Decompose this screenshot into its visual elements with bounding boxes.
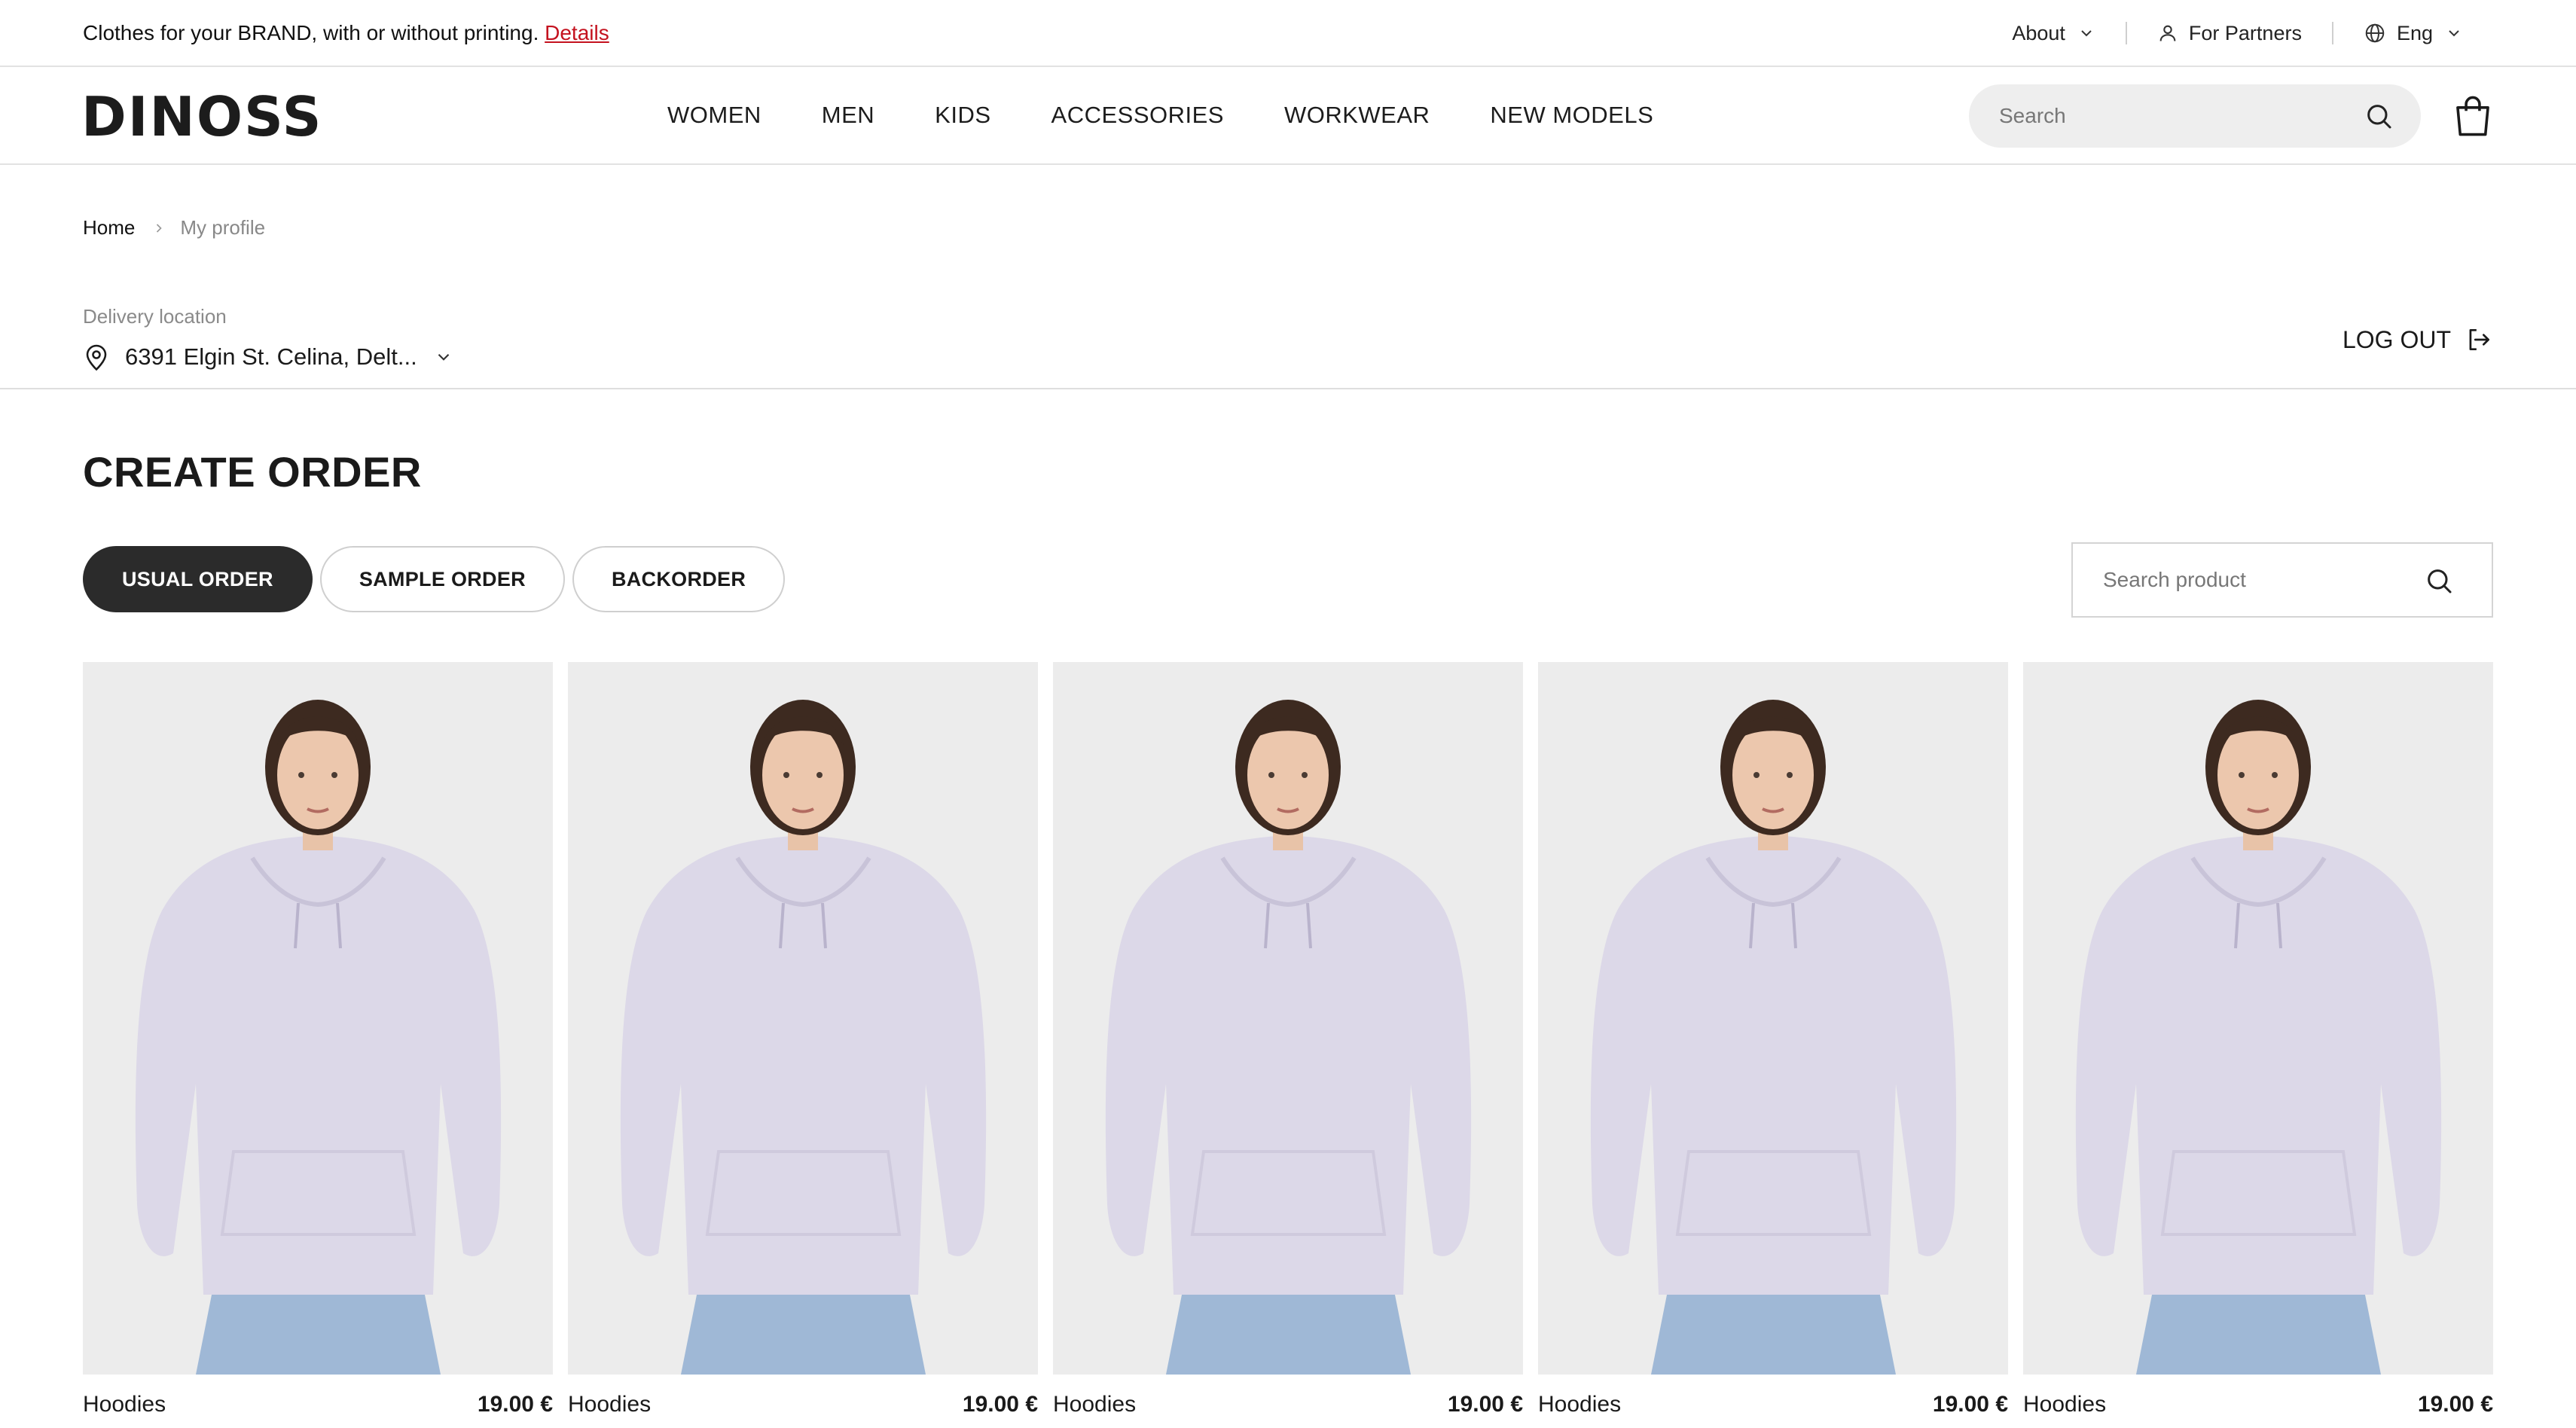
product-name: Hoodies <box>1053 1392 1137 1417</box>
hoodie-model-image <box>1053 662 1523 1375</box>
hoodie-model-image <box>2023 662 2493 1375</box>
product-price: 19.00 € <box>2417 1392 2493 1417</box>
announcement-bar: Clothes for your BRAND, with or without … <box>0 0 2576 67</box>
chevron-down-icon <box>2081 30 2092 37</box>
product-image <box>1053 662 1523 1375</box>
product-info: Hoodies 19.00 € <box>83 1375 553 1428</box>
hoodie-model-image <box>83 662 553 1375</box>
delivery-location-label: Delivery location <box>83 305 227 328</box>
product-info: Hoodies 19.00 € <box>568 1375 1038 1428</box>
hoodie-model-image <box>1538 662 2008 1375</box>
about-dropdown[interactable]: About <box>2012 22 2095 45</box>
product-name: Hoodies <box>83 1392 166 1417</box>
nav-women[interactable]: WOMEN <box>667 102 762 129</box>
topbar-menu: About For Partners Eng <box>2012 0 2463 66</box>
search-input[interactable] <box>1999 84 2353 148</box>
product-info: Hoodies 19.00 € <box>1538 1375 2008 1428</box>
logout-label: LOG OUT <box>2342 325 2451 353</box>
product-price: 19.00 € <box>1447 1392 1523 1417</box>
breadcrumb: Home My profile <box>83 216 265 240</box>
breadcrumb-home[interactable]: Home <box>83 216 135 240</box>
announcement-message: Clothes for your BRAND, with or without … <box>83 21 539 44</box>
logout-button[interactable]: LOG OUT <box>2343 322 2493 357</box>
chevron-down-icon <box>438 353 449 361</box>
main-header: DINOSS WOMEN MEN KIDS ACCESSORIES WORKWE… <box>0 67 2576 165</box>
product-image <box>568 662 1038 1375</box>
divider <box>2331 22 2333 44</box>
announcement-text: Clothes for your BRAND, with or without … <box>83 20 609 46</box>
chevron-down-icon <box>2449 30 2459 37</box>
product-image <box>83 662 553 1375</box>
product-search <box>2071 542 2493 618</box>
order-type-tabs: USUAL ORDER SAMPLE ORDER BACKORDER <box>83 546 792 612</box>
section-divider <box>0 388 2576 389</box>
header-search <box>1969 84 2421 148</box>
search-icon[interactable] <box>2364 101 2394 131</box>
product-image <box>1538 662 2008 1375</box>
product-price: 19.00 € <box>1932 1392 2008 1417</box>
product-card[interactable]: Hoodies 19.00 € <box>1538 662 2008 1428</box>
delivery-address: 6391 Elgin St. Celina, Delt... <box>125 343 417 370</box>
divider <box>2125 22 2127 44</box>
tab-usual-order[interactable]: USUAL ORDER <box>83 546 313 612</box>
nav-new-models[interactable]: NEW MODELS <box>1490 102 1653 129</box>
user-icon <box>2159 25 2176 41</box>
about-label: About <box>2012 21 2065 44</box>
language-label: Eng <box>2396 21 2433 44</box>
product-name: Hoodies <box>2023 1392 2107 1417</box>
breadcrumb-current: My profile <box>180 216 266 239</box>
details-link[interactable]: Details <box>545 21 609 44</box>
product-name: Hoodies <box>1538 1392 1622 1417</box>
product-search-input[interactable] <box>2103 544 2419 616</box>
product-info: Hoodies 19.00 € <box>2023 1375 2493 1428</box>
shopping-bag-icon[interactable] <box>2452 94 2493 138</box>
language-dropdown[interactable]: Eng <box>2364 22 2463 45</box>
tab-sample-order[interactable]: SAMPLE ORDER <box>319 546 565 612</box>
product-info: Hoodies 19.00 € <box>1053 1375 1523 1428</box>
page-title: CREATE ORDER <box>83 448 422 496</box>
product-card[interactable]: Hoodies 19.00 € <box>1053 662 1523 1428</box>
product-name: Hoodies <box>568 1392 652 1417</box>
for-partners-label: For Partners <box>2188 21 2302 44</box>
nav-workwear[interactable]: WORKWEAR <box>1284 102 1430 129</box>
product-image <box>2023 662 2493 1375</box>
product-grid: Hoodies 19.00 € Hoodies 19.00 € Hoodies … <box>83 662 2493 1428</box>
tab-backorder[interactable]: BACKORDER <box>572 546 786 612</box>
hoodie-model-image <box>568 662 1038 1375</box>
nav-accessories[interactable]: ACCESSORIES <box>1051 102 1224 129</box>
search-icon[interactable] <box>2424 566 2454 596</box>
main-nav: WOMEN MEN KIDS ACCESSORIES WORKWEAR NEW … <box>667 67 1653 163</box>
location-pin-icon <box>86 344 107 371</box>
product-card[interactable]: Hoodies 19.00 € <box>568 662 1038 1428</box>
product-card[interactable]: Hoodies 19.00 € <box>2023 662 2493 1428</box>
product-price: 19.00 € <box>477 1392 553 1417</box>
product-card[interactable]: Hoodies 19.00 € <box>83 662 553 1428</box>
logo[interactable]: DINOSS <box>81 87 323 147</box>
nav-men[interactable]: MEN <box>822 102 874 129</box>
logout-icon <box>2469 328 2490 351</box>
for-partners-link[interactable]: For Partners <box>2157 22 2302 45</box>
delivery-location-select[interactable]: 6391 Elgin St. Celina, Delt... <box>83 340 453 374</box>
nav-kids[interactable]: KIDS <box>935 102 990 129</box>
globe-icon <box>2365 23 2385 43</box>
product-price: 19.00 € <box>962 1392 1038 1417</box>
chevron-right-icon <box>157 223 163 233</box>
